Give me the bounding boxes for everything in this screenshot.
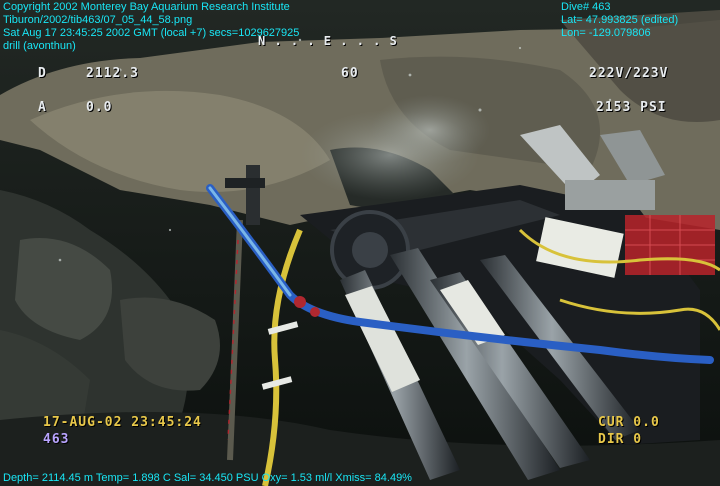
frame-label-text: drill (avonthun)	[3, 40, 76, 52]
video-dive-number: 463	[43, 432, 70, 447]
heading-value: 60	[341, 66, 359, 81]
copyright-text: Copyright 2002 Monterey Bay Aquarium Res…	[3, 1, 290, 13]
pressure-readout: 2153 PSI	[596, 100, 667, 115]
current-readout: CUR 0.0	[598, 415, 660, 430]
altitude-label: A	[38, 100, 47, 115]
timestamp-text: Sat Aug 17 23:45:25 2002 GMT (local +7) …	[3, 27, 300, 39]
sensor-readout: Depth= 2114.45 m Temp= 1.898 C Sal= 34.4…	[3, 472, 412, 484]
altitude-value: 0.0	[86, 100, 113, 115]
direction-readout: DIR 0	[598, 432, 643, 447]
longitude-text: Lon= -129.079806	[561, 27, 651, 39]
video-frame: Copyright 2002 Monterey Bay Aquarium Res…	[0, 0, 720, 486]
depth-label: D	[38, 66, 47, 81]
file-path-text: Tiburon/2002/tib463/07_05_44_58.png	[3, 14, 193, 26]
compass-strip: N . . . E . . . S	[258, 34, 398, 48]
video-datetime: 17-AUG-02 23:45:24	[43, 415, 202, 430]
voltage-readout: 222V/223V	[589, 66, 669, 81]
depth-value: 2112.3	[86, 66, 139, 81]
dive-number-text: Dive# 463	[561, 1, 611, 13]
latitude-text: Lat= 47.993825 (edited)	[561, 14, 679, 26]
